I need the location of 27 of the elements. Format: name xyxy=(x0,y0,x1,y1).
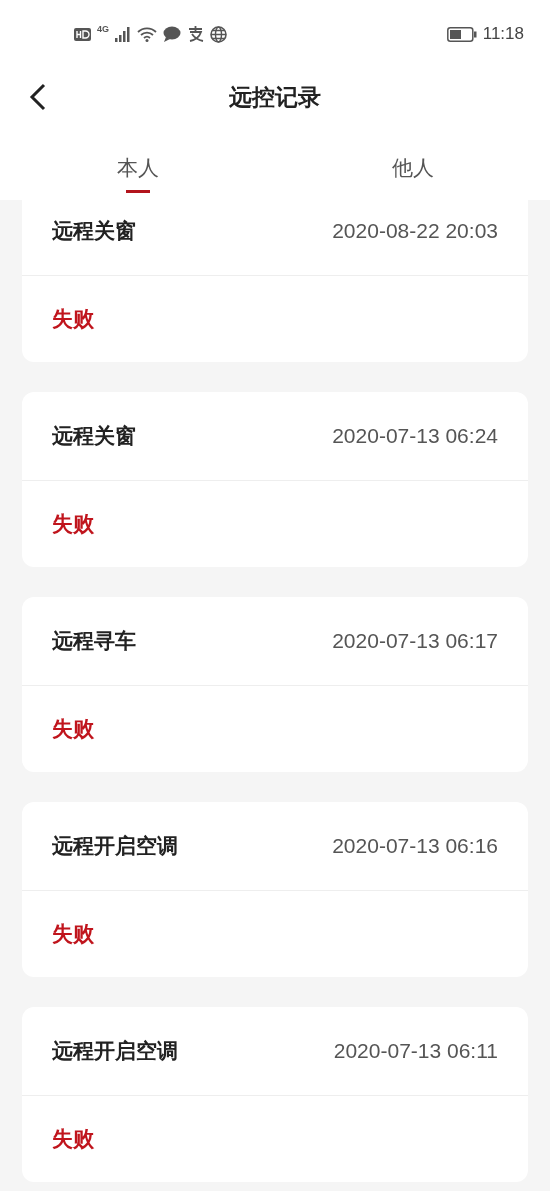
tab[interactable]: 他人 xyxy=(275,126,550,200)
chat-bubble-icon xyxy=(163,26,181,42)
action-name: 远程开启空调 xyxy=(52,1038,178,1064)
action-name: 远程关窗 xyxy=(52,218,136,244)
tab[interactable]: 本人 xyxy=(0,126,275,200)
record-time: 2020-07-13 06:17 xyxy=(332,629,498,653)
result-label: 失败 xyxy=(52,921,94,947)
result-label: 失败 xyxy=(52,1126,94,1152)
hd-icon xyxy=(74,27,91,41)
record-time: 2020-07-13 06:16 xyxy=(332,834,498,858)
network-label: 4G xyxy=(97,24,109,34)
record-time: 2020-07-13 06:11 xyxy=(333,1039,498,1063)
clock: 11:18 xyxy=(482,24,524,44)
battery-icon xyxy=(446,26,477,42)
result-label: 失败 xyxy=(52,511,94,537)
signal-icon xyxy=(115,26,131,42)
record-time: 2020-07-13 06:24 xyxy=(332,424,498,448)
result-label: 失败 xyxy=(52,716,94,742)
globe-icon xyxy=(210,25,227,43)
wifi-icon xyxy=(137,26,157,42)
action-name: 远程寻车 xyxy=(52,628,136,654)
action-name: 远程开启空调 xyxy=(52,833,178,859)
action-name: 远程关窗 xyxy=(52,423,136,449)
pay-icon xyxy=(187,26,204,42)
page-title: 远控记录 xyxy=(229,82,321,112)
record-time: 2020-08-22 20:03 xyxy=(332,219,498,243)
result-label: 失败 xyxy=(52,306,94,332)
